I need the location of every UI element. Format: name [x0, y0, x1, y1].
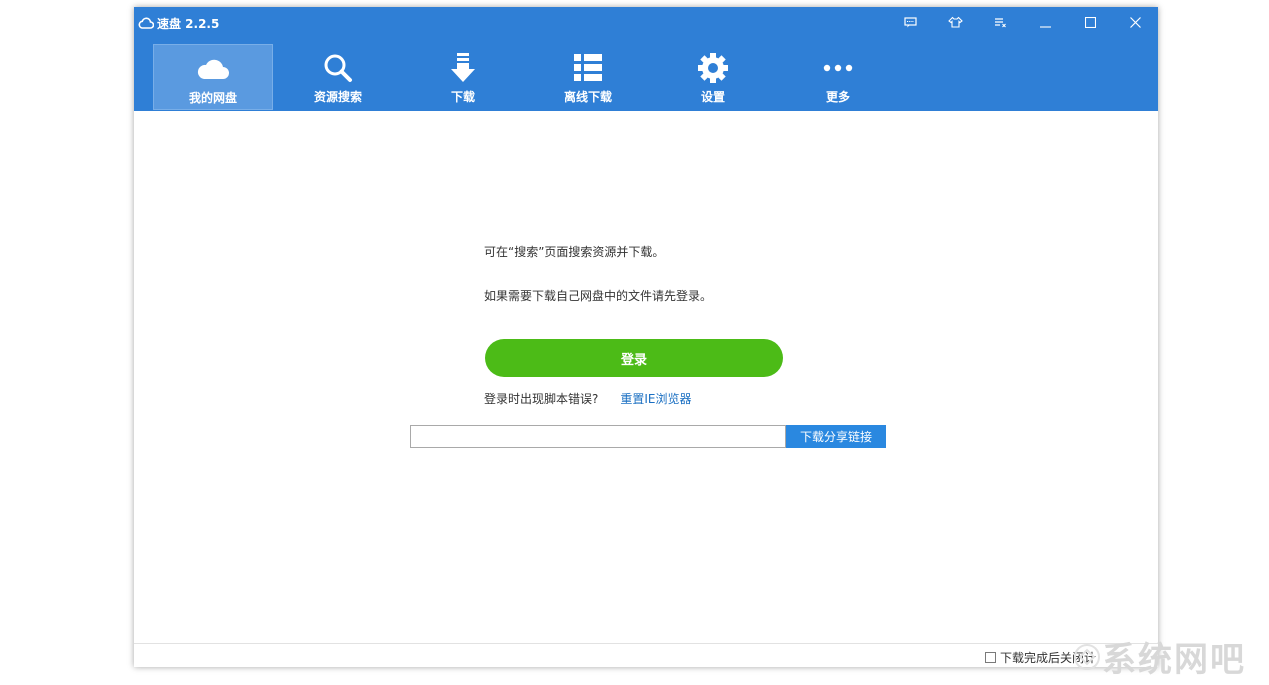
- minimize-icon: [1040, 25, 1051, 28]
- status-bar: 下载完成后关闭计: [134, 643, 1158, 667]
- nav-label: 我的网盘: [188, 91, 237, 105]
- hint-search-text: 可在“搜索”页面搜索资源并下载。: [484, 245, 665, 259]
- script-error-row: 登录时出现脚本错误? 重置IE浏览器: [484, 390, 692, 407]
- watermark-text: 系统网吧: [1102, 640, 1246, 680]
- nav-download[interactable]: 下载: [403, 44, 523, 110]
- close-icon: [1130, 16, 1141, 28]
- nav-my-cloud[interactable]: 我的网盘: [153, 44, 273, 110]
- app-cloud-icon: [138, 17, 154, 29]
- main-nav: 我的网盘 资源搜索 下载 离线下载 设置 更多: [153, 44, 903, 110]
- download-share-link-button[interactable]: 下载分享链接: [786, 425, 886, 448]
- skin-button[interactable]: [933, 7, 978, 37]
- search-icon: [324, 54, 352, 82]
- gear-icon: [698, 53, 728, 83]
- nav-more[interactable]: 更多: [778, 44, 898, 110]
- login-button[interactable]: 登录: [485, 339, 783, 377]
- menu-icon: [995, 17, 1006, 27]
- nav-label: 更多: [825, 90, 850, 104]
- watermark: 系统网吧: [1072, 632, 1246, 681]
- app-window: 速盘 2.2.5 我的网盘 资源搜索 下载 离线下载 设置 更多 可在“搜索”页…: [134, 7, 1158, 667]
- minimize-button[interactable]: [1023, 7, 1068, 37]
- watermark-logo-icon: [1074, 643, 1100, 670]
- script-error-text: 登录时出现脚本错误?: [484, 392, 599, 406]
- list-icon: [574, 54, 602, 81]
- nav-resource-search[interactable]: 资源搜索: [278, 44, 398, 110]
- close-button[interactable]: [1113, 7, 1158, 37]
- app-title-text: 速盘 2.2.5: [157, 16, 220, 31]
- nav-settings[interactable]: 设置: [653, 44, 773, 110]
- nav-label: 设置: [700, 90, 725, 104]
- maximize-icon: [1085, 16, 1096, 28]
- reset-ie-link[interactable]: 重置IE浏览器: [620, 390, 691, 407]
- cloud-icon: [197, 59, 229, 79]
- nav-label: 下载: [450, 90, 475, 104]
- header-bar: 速盘 2.2.5 我的网盘 资源搜索 下载 离线下载 设置 更多: [134, 7, 1158, 111]
- hint-login-text: 如果需要下载自己网盘中的文件请先登录。: [484, 289, 713, 303]
- message-button[interactable]: [888, 7, 933, 37]
- close-after-download-checkbox[interactable]: [985, 652, 996, 663]
- download-arrow-icon: [451, 53, 475, 82]
- message-icon: [904, 16, 917, 27]
- more-dots-icon: [823, 64, 853, 72]
- menu-button[interactable]: [978, 7, 1023, 37]
- nav-label: 资源搜索: [313, 90, 362, 104]
- maximize-button[interactable]: [1068, 7, 1113, 37]
- nav-offline-download[interactable]: 离线下载: [528, 44, 648, 110]
- skin-icon: [948, 16, 963, 28]
- app-title: 速盘 2.2.5: [138, 14, 219, 32]
- main-content: 可在“搜索”页面搜索资源并下载。 如果需要下载自己网盘中的文件请先登录。 登录 …: [134, 111, 1158, 643]
- share-link-input[interactable]: [410, 425, 786, 448]
- nav-label: 离线下载: [563, 90, 612, 104]
- window-controls: [888, 7, 1158, 37]
